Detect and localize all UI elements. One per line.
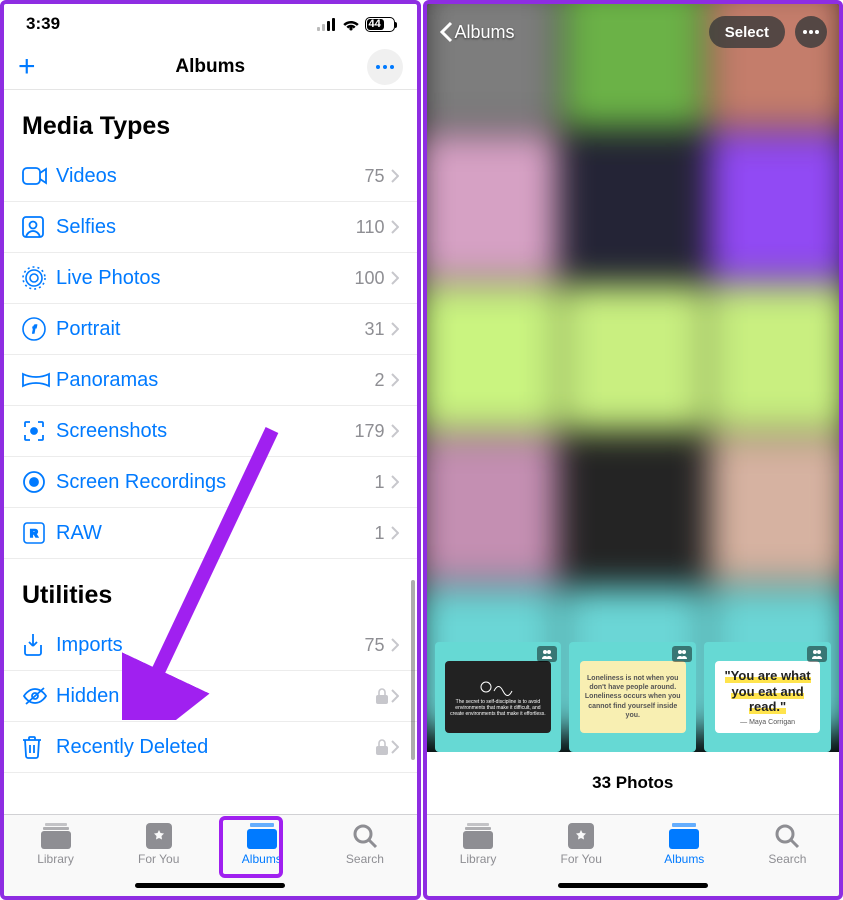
raw-icon: R bbox=[22, 521, 46, 545]
chevron-icon bbox=[391, 638, 399, 652]
left-screenshot: 3:39 44 + Albums Media Types Videos 75 S… bbox=[0, 0, 421, 900]
cellular-icon bbox=[317, 18, 337, 31]
nav-bar: + Albums bbox=[4, 44, 417, 90]
add-button[interactable]: + bbox=[18, 52, 36, 82]
chevron-icon bbox=[391, 220, 399, 234]
tab-for-you[interactable]: For You bbox=[530, 823, 633, 866]
tab-bar: Library For You Albums Search bbox=[427, 814, 840, 896]
back-button[interactable]: Albums bbox=[439, 21, 515, 43]
portrait-icon: f bbox=[22, 317, 46, 341]
home-indicator[interactable] bbox=[135, 883, 285, 888]
lock-icon bbox=[375, 688, 389, 704]
tab-search[interactable]: Search bbox=[736, 823, 839, 866]
battery-icon: 44 bbox=[365, 17, 395, 32]
row-live-photos[interactable]: Live Photos 100 bbox=[4, 253, 417, 304]
photo-thumb[interactable]: The secret to self-discipline is to avoi… bbox=[435, 642, 562, 752]
section-utilities: Utilities bbox=[4, 559, 417, 620]
screen-recording-icon bbox=[22, 470, 46, 494]
tab-library[interactable]: Library bbox=[427, 823, 530, 866]
row-screen-recordings[interactable]: Screen Recordings 1 bbox=[4, 457, 417, 508]
chevron-left-icon bbox=[439, 21, 453, 43]
status-bar: 3:39 44 bbox=[4, 4, 417, 44]
tab-library[interactable]: Library bbox=[4, 823, 107, 866]
tab-search[interactable]: Search bbox=[313, 823, 416, 866]
shared-icon bbox=[672, 646, 692, 662]
nav-bar: Albums Select bbox=[427, 16, 840, 48]
shared-icon bbox=[537, 646, 557, 662]
row-imports[interactable]: Imports 75 bbox=[4, 620, 417, 671]
selfie-icon bbox=[22, 216, 44, 238]
chevron-icon bbox=[391, 526, 399, 540]
for-you-icon bbox=[568, 823, 594, 849]
chevron-icon bbox=[391, 271, 399, 285]
select-button[interactable]: Select bbox=[709, 16, 785, 48]
right-screenshot: Albums Select The secret to self-discipl… bbox=[423, 0, 843, 900]
tab-albums[interactable]: Albums bbox=[210, 823, 313, 866]
chevron-icon bbox=[391, 322, 399, 336]
album-list: Media Types Videos 75 Selfies 110 Live P… bbox=[4, 90, 417, 814]
chevron-icon bbox=[391, 169, 399, 183]
video-icon bbox=[22, 167, 48, 185]
row-recently-deleted[interactable]: Recently Deleted bbox=[4, 722, 417, 773]
photo-thumb[interactable]: "You are what you eat and read."— Maya C… bbox=[704, 642, 831, 752]
svg-text:R: R bbox=[30, 528, 38, 540]
more-icon bbox=[803, 30, 819, 34]
tab-albums[interactable]: Albums bbox=[633, 823, 736, 866]
library-icon bbox=[463, 823, 493, 849]
section-media-types: Media Types bbox=[4, 90, 417, 151]
scroll-indicator[interactable] bbox=[411, 580, 415, 760]
tab-bar: Library For You Albums Search bbox=[4, 814, 417, 896]
home-indicator[interactable] bbox=[558, 883, 708, 888]
tab-for-you[interactable]: For You bbox=[107, 823, 210, 866]
wifi-icon bbox=[342, 18, 360, 31]
row-screenshots[interactable]: Screenshots 179 bbox=[4, 406, 417, 457]
lock-icon bbox=[375, 739, 389, 755]
row-raw[interactable]: R RAW 1 bbox=[4, 508, 417, 559]
chevron-icon bbox=[391, 373, 399, 387]
for-you-icon bbox=[146, 823, 172, 849]
shared-icon bbox=[807, 646, 827, 662]
library-icon bbox=[41, 823, 71, 849]
chevron-icon bbox=[391, 424, 399, 438]
row-panoramas[interactable]: Panoramas 2 bbox=[4, 355, 417, 406]
visible-thumbnails: The secret to self-discipline is to avoi… bbox=[427, 642, 840, 752]
more-button[interactable] bbox=[367, 49, 403, 85]
page-title: Albums bbox=[4, 56, 417, 78]
import-icon bbox=[22, 633, 44, 657]
hidden-icon bbox=[22, 686, 48, 706]
trash-icon bbox=[22, 735, 42, 759]
svg-text:f: f bbox=[32, 324, 36, 336]
chevron-icon bbox=[391, 475, 399, 489]
photo-count: 33 Photos bbox=[427, 752, 840, 814]
row-selfies[interactable]: Selfies 110 bbox=[4, 202, 417, 253]
clock: 3:39 bbox=[26, 14, 60, 34]
row-videos[interactable]: Videos 75 bbox=[4, 151, 417, 202]
row-hidden[interactable]: Hidden bbox=[4, 671, 417, 722]
more-button[interactable] bbox=[795, 16, 827, 48]
row-portrait[interactable]: f Portrait 31 bbox=[4, 304, 417, 355]
chevron-icon bbox=[391, 740, 399, 754]
screenshot-icon bbox=[22, 419, 46, 443]
albums-icon bbox=[247, 823, 277, 849]
chevron-icon bbox=[391, 689, 399, 703]
search-icon bbox=[774, 823, 800, 849]
panorama-icon bbox=[22, 371, 50, 389]
search-icon bbox=[352, 823, 378, 849]
live-photo-icon bbox=[22, 266, 46, 290]
albums-icon bbox=[669, 823, 699, 849]
photo-thumb[interactable]: Loneliness is not when you don't have pe… bbox=[569, 642, 696, 752]
more-icon bbox=[376, 65, 394, 69]
